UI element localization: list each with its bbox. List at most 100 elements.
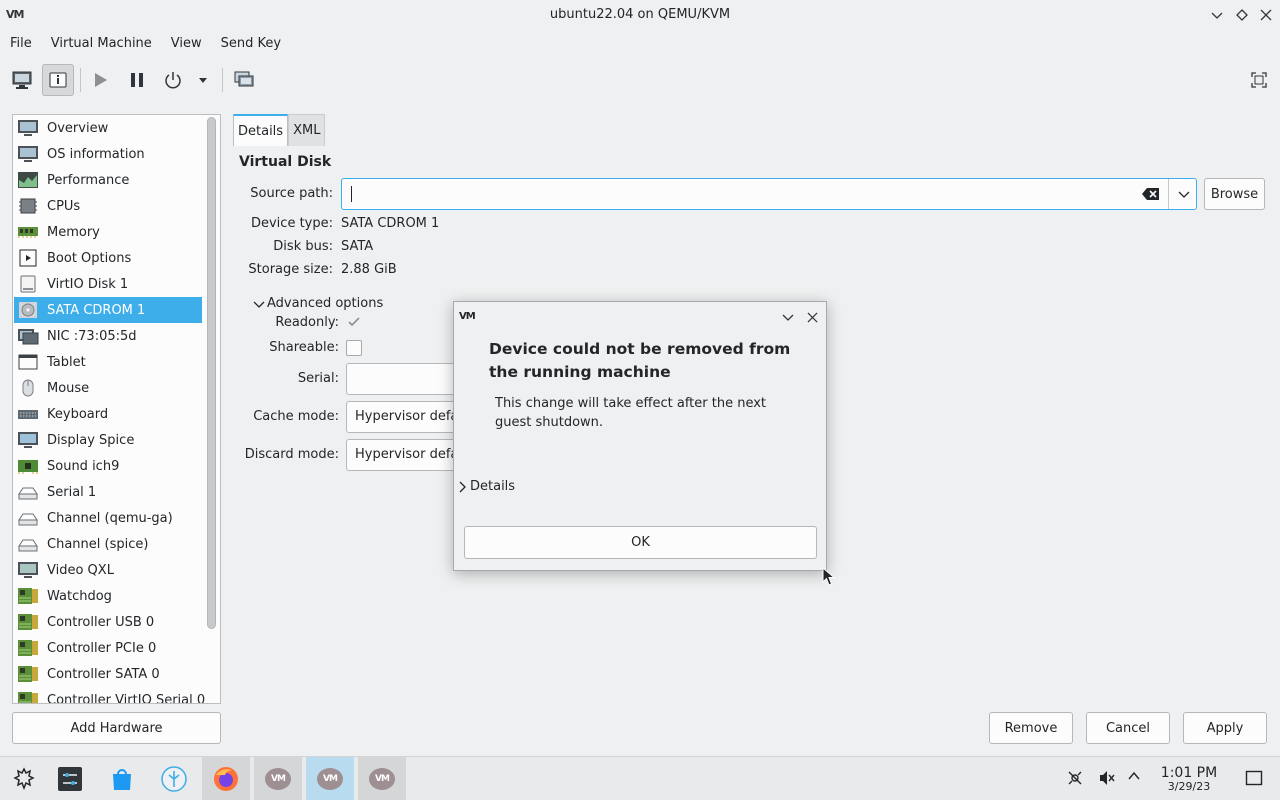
serial-port-icon [17, 483, 39, 501]
ok-button[interactable]: OK [464, 526, 817, 559]
mouse-pointer-icon [822, 566, 836, 591]
hardware-list-scrollbar[interactable] [207, 117, 216, 701]
chevron-down-icon[interactable] [1178, 188, 1190, 204]
menu-virtual-machine[interactable]: Virtual Machine [41, 32, 161, 56]
dialog-details-expander[interactable]: Details [458, 479, 515, 494]
sidebar-item[interactable]: Controller PCIe 0 [14, 635, 202, 661]
source-path-combo [341, 178, 1197, 210]
sidebar-item-label: Controller USB 0 [47, 614, 155, 630]
sidebar-item-label: Mouse [47, 380, 90, 396]
sidebar-item[interactable]: Channel (qemu-ga) [14, 505, 202, 531]
channel-icon [17, 509, 39, 527]
source-path-label: Source path: [250, 186, 333, 201]
details-view-icon[interactable] [42, 64, 74, 96]
advanced-options-expander[interactable]: Advanced options [253, 296, 383, 311]
hardware-list: Overview OS information Performance CPUs Mem… [12, 114, 221, 704]
sidebar-item[interactable]: Memory [14, 219, 202, 245]
sidebar-item[interactable]: NIC :73:05:5d [14, 323, 202, 349]
kde-connect-icon[interactable] [150, 757, 198, 800]
menu-file[interactable]: File [0, 32, 41, 56]
shareable-checkbox[interactable] [346, 340, 362, 356]
run-icon[interactable] [84, 64, 116, 96]
menu-send-key[interactable]: Send Key [211, 32, 290, 56]
network-icon[interactable] [1066, 769, 1084, 791]
add-hardware-button[interactable]: Add Hardware [12, 712, 221, 744]
hardware-list-items: Overview OS information Performance CPUs Mem… [14, 115, 205, 703]
error-dialog: VM Device could not be removed from the … [453, 301, 827, 571]
sidebar-item[interactable]: OS information [14, 141, 202, 167]
power-menu-dropdown-icon[interactable] [189, 64, 217, 96]
power-icon[interactable] [157, 64, 189, 96]
system-settings-icon[interactable] [46, 757, 94, 800]
sidebar-item[interactable]: Overview [14, 115, 202, 141]
cpu-chip-icon [17, 197, 39, 215]
chevron-right-icon [459, 481, 466, 492]
console-view-icon[interactable] [6, 64, 38, 96]
clock[interactable]: 1:01 PM 3/29/23 [1152, 765, 1226, 793]
remove-button[interactable]: Remove [989, 712, 1073, 744]
sound-card-icon [17, 457, 39, 475]
sidebar-item[interactable]: Tablet [14, 349, 202, 375]
tab-details[interactable]: Details [233, 114, 289, 146]
clear-text-icon[interactable] [1142, 187, 1160, 205]
firefox-icon[interactable] [202, 757, 250, 800]
chevron-up-icon[interactable] [1127, 769, 1141, 787]
cancel-button[interactable]: Cancel [1086, 712, 1170, 744]
monitor-icon [17, 145, 39, 163]
sidebar-item[interactable]: Display Spice [14, 427, 202, 453]
app-launcher-icon[interactable] [0, 757, 48, 800]
sidebar-item[interactable]: Channel (spice) [14, 531, 202, 557]
sidebar-item[interactable]: Video QXL [14, 557, 202, 583]
fullscreen-icon[interactable] [1243, 64, 1275, 96]
scrollbar-thumb[interactable] [207, 117, 216, 629]
dialog-heading: Device could not be removed from the run… [489, 340, 791, 381]
virt-manager-icon[interactable]: VM [254, 757, 302, 800]
sidebar-item[interactable]: CPUs [14, 193, 202, 219]
minimize-icon[interactable] [779, 308, 797, 326]
sidebar-item[interactable]: Boot Options [14, 245, 202, 271]
sidebar-item[interactable]: Controller USB 0 [14, 609, 202, 635]
show-desktop-icon[interactable] [1245, 769, 1263, 791]
disk-bus-value: SATA [341, 239, 374, 254]
minimize-icon[interactable] [1206, 4, 1228, 26]
sidebar-item-label: OS information [47, 146, 145, 162]
cache-mode-label: Cache mode: [253, 409, 339, 424]
close-icon[interactable] [1255, 4, 1277, 26]
sidebar-item[interactable]: Keyboard [14, 401, 202, 427]
sidebar-item[interactable]: VirtIO Disk 1 [14, 271, 202, 297]
sidebar-item[interactable]: Mouse [14, 375, 202, 401]
sidebar-item-label: Sound ich9 [47, 458, 120, 474]
virt-manager-icon[interactable]: VM [358, 757, 406, 800]
sidebar-item[interactable]: Performance [14, 167, 202, 193]
sidebar-item[interactable]: Controller VirtIO Serial 0 [14, 687, 205, 703]
sidebar-item[interactable]: Watchdog [14, 583, 202, 609]
close-icon[interactable] [803, 308, 821, 326]
sidebar-item[interactable]: Controller SATA 0 [14, 661, 202, 687]
sidebar-item[interactable]: Serial 1 [14, 479, 202, 505]
browse-button[interactable]: Browse [1204, 178, 1265, 210]
menu-view[interactable]: View [161, 32, 211, 56]
performance-chart-icon [17, 171, 39, 189]
sidebar-item-label: Performance [47, 172, 130, 188]
volume-muted-icon[interactable] [1098, 769, 1116, 791]
snapshots-icon[interactable] [228, 64, 260, 96]
sidebar-item[interactable]: Sound ich9 [14, 453, 202, 479]
maximize-icon[interactable] [1231, 4, 1253, 26]
source-path-input[interactable] [352, 186, 1132, 204]
sidebar-item-label: Boot Options [47, 250, 132, 266]
keyboard-icon [17, 405, 39, 423]
sidebar-item[interactable]: SATA CDROM 1 [14, 297, 202, 323]
controller-icon [17, 665, 39, 683]
monitor-icon [17, 119, 39, 137]
menu-bar: File Virtual Machine View Send Key [0, 32, 290, 56]
apply-button[interactable]: Apply [1183, 712, 1267, 744]
storage-size-label: Storage size: [248, 262, 333, 277]
advanced-options-label: Advanced options [267, 296, 384, 311]
virt-manager-icon[interactable]: VM [306, 757, 354, 800]
disk-bus-label: Disk bus: [273, 239, 333, 254]
sidebar-item-label: SATA CDROM 1 [47, 302, 146, 318]
tab-xml[interactable]: XML [288, 114, 326, 146]
controller-icon [17, 587, 39, 605]
discover-store-icon[interactable] [98, 757, 146, 800]
pause-icon[interactable] [121, 64, 153, 96]
